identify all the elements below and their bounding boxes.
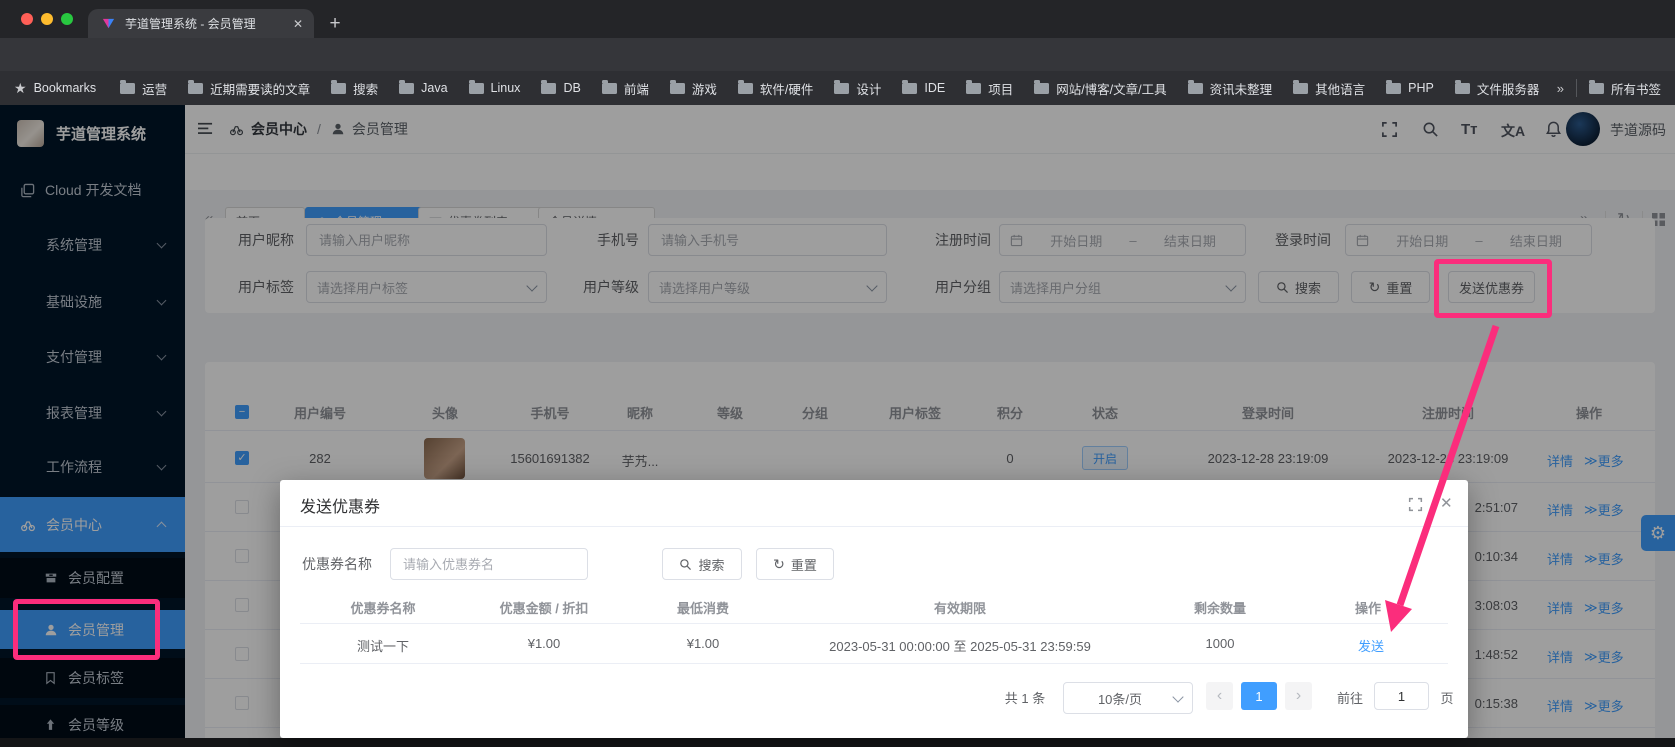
bookmarks-bar: ★ Bookmarks 运营 近期需要读的文章 搜索 Java Linux DB… <box>0 71 1675 105</box>
prev-page-button[interactable]: ‹ <box>1206 682 1233 710</box>
tab-favicon <box>101 16 116 31</box>
bookmark-folder[interactable]: DB <box>541 81 580 95</box>
folder-icon <box>188 83 203 94</box>
modal-cell-coupon-name: 测试一下 <box>323 636 443 655</box>
folder-icon <box>602 83 617 94</box>
annotation-rect-send-coupon <box>1434 259 1552 318</box>
modal-fullscreen-icon[interactable] <box>1408 497 1423 512</box>
all-bookmarks[interactable]: 所有书签 <box>1589 79 1661 98</box>
modal-cell-amount: ¥1.00 <box>474 636 614 651</box>
folder-icon <box>331 83 346 94</box>
bookmark-folder[interactable]: 游戏 <box>670 79 717 98</box>
folder-icon <box>1386 83 1401 94</box>
search-icon <box>679 558 692 571</box>
next-page-button[interactable]: › <box>1285 682 1312 710</box>
traffic-light-close[interactable] <box>21 13 33 25</box>
modal-cell-validity: 2023-05-31 00:00:00 至 2025-05-31 23:59:5… <box>760 636 1160 655</box>
divider <box>1576 79 1577 97</box>
folder-icon <box>834 83 849 94</box>
tab-title: 芋道管理系统 - 会员管理 <box>125 15 282 32</box>
folder-icon <box>541 83 556 94</box>
modal-title: 发送优惠券 <box>300 493 380 517</box>
folder-icon <box>1293 83 1308 94</box>
folder-icon <box>1188 83 1203 94</box>
bookmark-folder[interactable]: 软件/硬件 <box>738 79 813 98</box>
send-link[interactable]: 发送 <box>1358 636 1384 655</box>
bookmark-folder[interactable]: Java <box>399 81 447 95</box>
folder-icon <box>399 83 414 94</box>
bookmarks-manager[interactable]: ★ Bookmarks <box>14 80 96 97</box>
current-page-button[interactable]: 1 <box>1241 682 1277 710</box>
divider <box>300 663 1448 664</box>
folder-icon <box>670 83 685 94</box>
send-coupon-modal: 发送优惠券 ✕ 优惠券名称 搜索 ↻ 重置 优惠券名称 优惠金额 / 折扣 最低… <box>280 480 1468 738</box>
modal-search-button[interactable]: 搜索 <box>662 548 742 580</box>
browser-titlebar: 芋道管理系统 - 会员管理 ✕ + <box>0 0 1675 38</box>
chevron-down-icon <box>1172 691 1183 702</box>
bookmark-folder[interactable]: 项目 <box>966 79 1013 98</box>
tab-close-icon[interactable]: ✕ <box>293 17 303 31</box>
bookmark-folder[interactable]: 搜索 <box>331 79 378 98</box>
bookmark-folder[interactable]: 文件服务器 <box>1455 79 1540 98</box>
folder-icon <box>1034 83 1049 94</box>
bookmark-folder[interactable]: IDE <box>902 81 945 95</box>
modal-column-header: 有效期限 <box>860 598 1060 617</box>
goto-label: 前往 <box>1330 688 1370 707</box>
divider <box>280 526 1468 527</box>
bookmark-folder[interactable]: 网站/博客/文章/工具 <box>1034 79 1166 98</box>
goto-page-input[interactable] <box>1374 682 1429 710</box>
folder-icon <box>966 83 981 94</box>
folder-icon <box>738 83 753 94</box>
bookmark-folder[interactable]: PHP <box>1386 81 1434 95</box>
folder-icon <box>902 83 917 94</box>
modal-cell-remaining: 1000 <box>1160 636 1280 651</box>
window-bottom-edge <box>0 738 1675 747</box>
folder-icon <box>120 83 135 94</box>
modal-cell-min-spend: ¥1.00 <box>643 636 763 651</box>
divider <box>300 623 1448 624</box>
modal-column-header: 操作 <box>1328 598 1408 617</box>
coupon-name-label: 优惠券名称 <box>302 554 386 574</box>
bookmark-folder[interactable]: 资讯未整理 <box>1188 79 1273 98</box>
bookmark-folder[interactable]: 运营 <box>120 79 167 98</box>
bookmark-folder[interactable]: 其他语言 <box>1293 79 1365 98</box>
page-viewport: 芋道管理系统 Cloud 开发文档 系统管理 基础设施 支付管理 报表管理 工作… <box>0 105 1675 747</box>
modal-reset-button[interactable]: ↻ 重置 <box>756 548 834 580</box>
modal-close-icon[interactable]: ✕ <box>1440 494 1453 512</box>
coupon-name-input[interactable] <box>390 548 588 580</box>
traffic-light-minimize[interactable] <box>41 13 53 25</box>
page-size-select[interactable]: 10条/页 <box>1063 682 1193 714</box>
new-tab-button[interactable]: + <box>322 11 348 37</box>
folder-icon <box>469 83 484 94</box>
browser-tab[interactable]: 芋道管理系统 - 会员管理 ✕ <box>88 9 314 38</box>
pagination-total: 共 1 条 <box>995 688 1055 707</box>
bookmarks-star-icon: ★ <box>14 80 27 97</box>
modal-column-header: 优惠金额 / 折扣 <box>474 598 614 617</box>
folder-icon <box>1455 83 1470 94</box>
bookmark-folder[interactable]: 近期需要读的文章 <box>188 79 310 98</box>
traffic-light-zoom[interactable] <box>61 13 73 25</box>
bookmark-folder[interactable]: Linux <box>469 81 521 95</box>
refresh-icon: ↻ <box>773 556 785 573</box>
modal-column-header: 优惠券名称 <box>323 598 443 617</box>
bookmark-folder[interactable]: 设计 <box>834 79 881 98</box>
folder-icon <box>1589 83 1604 94</box>
bookmarks-overflow-icon[interactable]: » <box>1557 81 1564 96</box>
modal-column-header: 最低消费 <box>643 598 763 617</box>
browser-toolbar: ← → ↻ ⌂ ⓘ 127.0.0.1/member/user ☆ 6 ✻ 5 … <box>0 38 1675 71</box>
annotation-rect-member-manage <box>13 599 160 660</box>
bookmark-folder[interactable]: 前端 <box>602 79 649 98</box>
goto-unit: 页 <box>1435 688 1459 707</box>
modal-column-header: 剩余数量 <box>1160 598 1280 617</box>
